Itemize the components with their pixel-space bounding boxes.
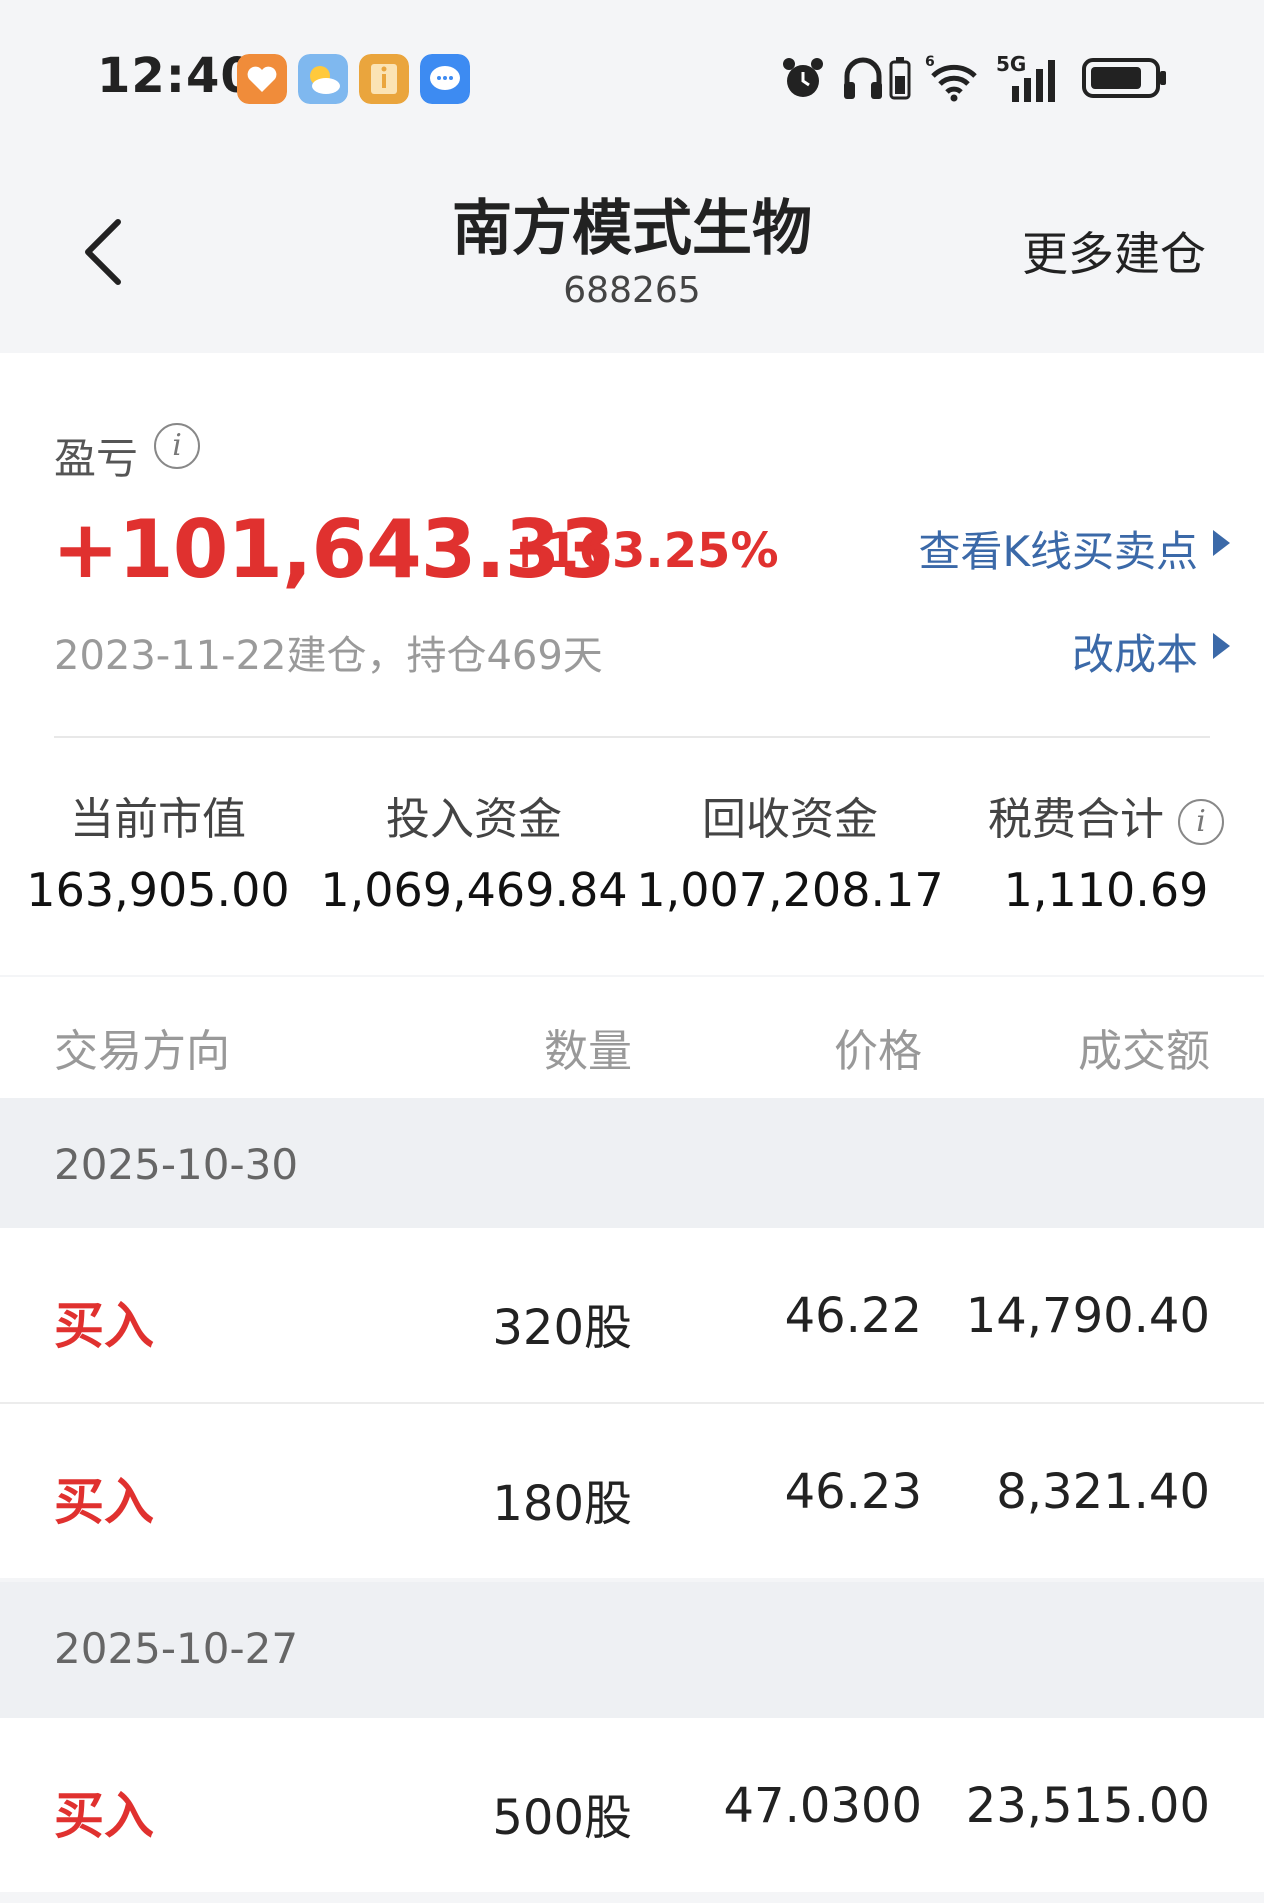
group-date: 2025-10-30 — [54, 1140, 299, 1189]
edit-cost-label: 改成本 — [1071, 630, 1198, 679]
metric-label: 回收资金 — [702, 794, 878, 845]
date-group-header: 2025-10-30 — [0, 1098, 1264, 1228]
trade-row[interactable]: 买入 320股 46.22 14,790.40 — [0, 1228, 1264, 1402]
trade-amount: 8,321.40 — [996, 1464, 1210, 1520]
info-icon[interactable]: i — [154, 423, 200, 469]
pl-percent: +163.25% — [505, 523, 779, 579]
metric-label: 投入资金 — [386, 794, 562, 845]
trade-price: 46.22 — [784, 1288, 922, 1344]
triangle-right-icon — [1213, 530, 1230, 556]
trade-amount: 14,790.40 — [965, 1288, 1210, 1344]
page-header: 南方模式生物 688265 更多建仓 — [0, 150, 1264, 353]
date-group-header: 2025-10-27 — [0, 1582, 1264, 1718]
divider — [54, 736, 1210, 738]
more-positions-button[interactable]: 更多建仓 — [1022, 218, 1206, 284]
status-bar: 12:40 6 5G — [0, 0, 1264, 150]
metric-label: 税费合计 — [988, 794, 1164, 845]
svg-text:6: 6 — [925, 54, 935, 70]
metric-value: 1,007,208.17 — [636, 863, 944, 917]
edit-cost-link[interactable]: 改成本 — [1071, 621, 1230, 682]
metric-value: 1,069,469.84 — [320, 863, 628, 917]
header-amount: 成交额 — [1078, 1026, 1210, 1077]
trade-price: 46.23 — [784, 1464, 922, 1520]
info-icon[interactable]: i — [1178, 799, 1224, 845]
battery-icon — [1082, 58, 1166, 98]
header-quantity: 数量 — [544, 1026, 632, 1077]
metric-market-value: 当前市值 163,905.00 — [0, 783, 316, 917]
battery-small-icon — [889, 57, 911, 100]
metric-invested: 投入资金 1,069,469.84 — [316, 783, 632, 917]
status-time: 12:40 — [97, 48, 255, 104]
trade-direction: 买入 — [54, 1297, 154, 1355]
header-direction: 交易方向 — [54, 1026, 230, 1077]
trade-quantity: 180股 — [492, 1476, 632, 1532]
trade-amount: 23,515.00 — [965, 1778, 1210, 1834]
weather-app-icon — [298, 54, 348, 104]
hold-info: 2023-11-22建仓，持仓469天 — [54, 633, 603, 679]
metric-value: 163,905.00 — [26, 863, 290, 917]
headphones-icon — [844, 57, 882, 99]
trade-quantity: 320股 — [492, 1300, 632, 1356]
metric-label-wrap: 税费合计 i — [948, 783, 1264, 847]
pl-label-wrap: 盈亏 i — [54, 423, 200, 486]
kline-link[interactable]: 查看K线买卖点 — [918, 518, 1230, 579]
5g-signal-icon: 5G — [996, 52, 1062, 104]
trade-direction: 买入 — [54, 1473, 154, 1531]
trade-quantity: 500股 — [492, 1790, 632, 1846]
pl-label: 盈亏 — [54, 434, 139, 483]
info-app-icon — [359, 54, 409, 104]
triangle-right-icon — [1213, 633, 1230, 659]
header-price: 价格 — [834, 1026, 922, 1077]
trade-row[interactable]: 买入 180股 46.23 8,321.40 — [0, 1404, 1264, 1578]
heart-app-icon — [237, 54, 287, 104]
group-date: 2025-10-27 — [54, 1624, 299, 1673]
summary-card: 盈亏 i +101,643.33 +163.25% 查看K线买卖点 2023-1… — [0, 353, 1264, 975]
trade-direction: 买入 — [54, 1787, 154, 1845]
trade-row[interactable]: 买入 500股 47.0300 23,515.00 — [0, 1718, 1264, 1892]
metric-recovered: 回收资金 1,007,208.17 — [632, 783, 948, 917]
message-app-icon — [420, 54, 470, 104]
wifi-icon: 6 — [925, 54, 977, 102]
alarm-icon — [783, 58, 823, 97]
metric-value: 1,110.69 — [1003, 863, 1209, 917]
trade-price: 47.0300 — [723, 1778, 923, 1834]
trade-table-header: 交易方向 数量 价格 成交额 — [0, 977, 1264, 1098]
kline-link-label: 查看K线买卖点 — [918, 527, 1198, 576]
metric-label: 当前市值 — [70, 794, 246, 845]
signal-bars-icon — [1012, 60, 1055, 102]
metric-fees: 税费合计 i 1,110.69 — [948, 783, 1264, 917]
